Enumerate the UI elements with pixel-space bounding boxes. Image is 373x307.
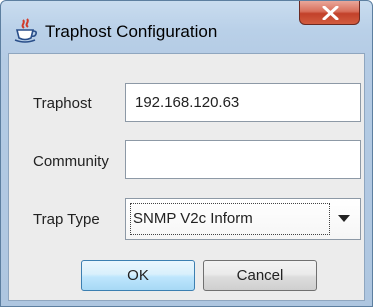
traphost-input[interactable] [125, 83, 361, 122]
trap-type-label: Trap Type [33, 211, 100, 228]
java-coffee-cup-icon [14, 18, 38, 44]
close-button[interactable] [299, 1, 360, 25]
trap-type-select[interactable]: SNMP V2c Inform [125, 198, 361, 240]
community-input[interactable] [125, 140, 361, 179]
dialog-window: Traphost Configuration Traphost Communit… [0, 0, 373, 307]
trap-type-selected-value: SNMP V2c Inform [130, 203, 330, 235]
title-bar[interactable]: Traphost Configuration [1, 1, 372, 53]
close-icon [322, 6, 339, 20]
community-label: Community [33, 153, 109, 170]
traphost-label: Traphost [33, 95, 92, 112]
window-title: Traphost Configuration [45, 22, 218, 41]
dialog-content: Traphost Community Trap Type SNMP V2c In… [8, 53, 365, 301]
cancel-button[interactable]: Cancel [203, 260, 317, 291]
chevron-down-icon[interactable] [338, 215, 350, 222]
ok-button[interactable]: OK [81, 260, 195, 291]
